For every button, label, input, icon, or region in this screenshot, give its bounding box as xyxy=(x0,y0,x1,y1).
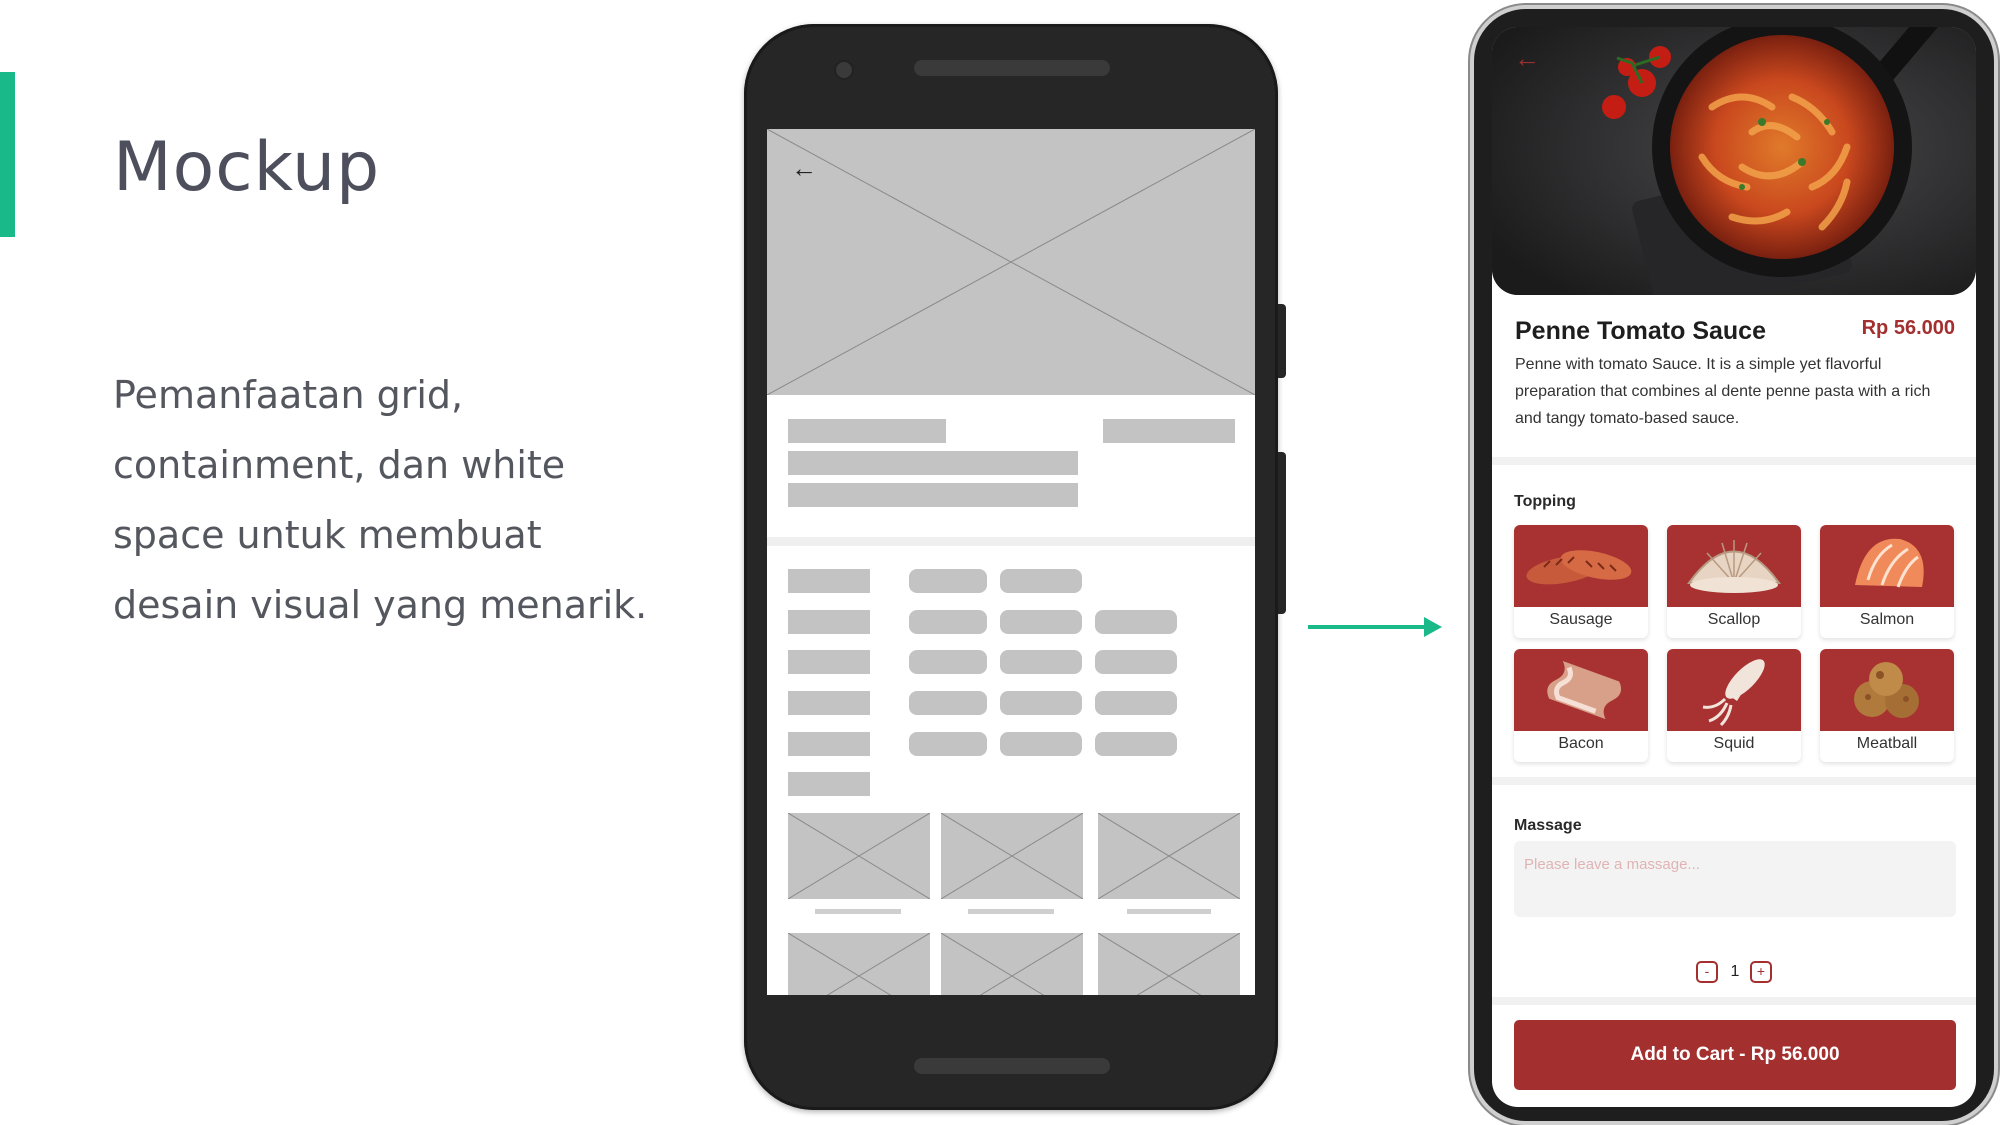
message-input[interactable] xyxy=(1514,841,1956,917)
speaker-grille xyxy=(914,1058,1110,1074)
label-placeholder xyxy=(788,610,870,634)
topping-card-sausage[interactable]: Sausage xyxy=(1514,525,1648,638)
dish-photo: ← xyxy=(1492,27,1976,295)
chip-placeholder[interactable] xyxy=(1000,610,1082,634)
chip-placeholder[interactable] xyxy=(1000,569,1082,593)
topping-card-salmon[interactable]: Salmon xyxy=(1820,525,1954,638)
topping-card-squid[interactable]: Squid xyxy=(1667,649,1801,762)
topping-label: Bacon xyxy=(1558,735,1604,752)
chip-placeholder[interactable] xyxy=(909,732,987,756)
quantity-value: 1 xyxy=(1730,963,1740,980)
speaker-grille xyxy=(914,60,1110,76)
topping-card-scallop[interactable]: Scallop xyxy=(1667,525,1801,638)
caption-placeholder xyxy=(815,909,901,914)
chip-placeholder[interactable] xyxy=(1095,650,1177,674)
dish-price: Rp 56.000 xyxy=(1861,317,1955,339)
squid-image xyxy=(1667,649,1801,731)
chip-placeholder[interactable] xyxy=(909,691,987,715)
title-placeholder xyxy=(788,419,946,443)
body-line: Pemanfaatan grid, xyxy=(113,373,464,417)
topping-card-bacon[interactable]: Bacon xyxy=(1514,649,1648,762)
chip-placeholder[interactable] xyxy=(909,569,987,593)
dish-name: Penne Tomato Sauce xyxy=(1515,317,1766,345)
bacon-image xyxy=(1514,649,1648,731)
image-placeholder xyxy=(1098,813,1240,899)
body-line: space untuk membuat xyxy=(113,513,542,557)
label-placeholder xyxy=(788,732,870,756)
chip-placeholder[interactable] xyxy=(1095,732,1177,756)
text-placeholder xyxy=(788,451,1078,475)
salmon-icon xyxy=(1855,538,1924,588)
topping-heading: Topping xyxy=(1514,493,1576,510)
image-placeholder xyxy=(788,813,930,899)
chip-placeholder[interactable] xyxy=(1095,610,1177,634)
chip-placeholder[interactable] xyxy=(909,650,987,674)
camera-icon xyxy=(834,60,854,80)
label-placeholder xyxy=(788,569,870,593)
scallop-image xyxy=(1667,525,1801,607)
text-placeholder xyxy=(788,483,1078,507)
chip-placeholder[interactable] xyxy=(1000,650,1082,674)
back-arrow-icon[interactable]: ← xyxy=(1514,45,1540,71)
wireframe-screen: ← xyxy=(767,129,1255,995)
label-placeholder xyxy=(788,650,870,674)
meatball-icon xyxy=(1854,662,1919,718)
chip-placeholder[interactable] xyxy=(909,610,987,634)
topping-card-meatball[interactable]: Meatball xyxy=(1820,649,1954,762)
image-placeholder xyxy=(941,933,1083,995)
app-screen: ← Penne Tomato Sauce Rp 56.000 Penne wit… xyxy=(1492,27,1976,1107)
placeholder-cross-icon xyxy=(767,129,1255,395)
sausage-icon xyxy=(1526,550,1632,585)
dish-description: Penne with tomato Sauce. It is a simple … xyxy=(1515,356,1931,427)
squid-icon xyxy=(1702,659,1765,727)
topping-label: Scallop xyxy=(1707,611,1761,628)
topping-label: Salmon xyxy=(1859,611,1915,628)
slide-body: Pemanfaatan grid, containment, dan white… xyxy=(113,360,673,640)
section-divider xyxy=(1492,457,1976,465)
add-to-cart-button[interactable]: Add to Cart - Rp 56.000 xyxy=(1514,1020,1956,1090)
slide-title: Mockup xyxy=(113,128,381,207)
mockup-phone: ← Penne Tomato Sauce Rp 56.000 Penne wit… xyxy=(1470,5,1998,1125)
image-placeholder xyxy=(788,933,930,995)
chip-placeholder[interactable] xyxy=(1000,691,1082,715)
arrow-line xyxy=(1308,625,1428,629)
quantity-increase-button[interactable]: + xyxy=(1750,961,1772,983)
salmon-image xyxy=(1820,525,1954,607)
caption-placeholder xyxy=(1127,909,1211,914)
chip-placeholder[interactable] xyxy=(1095,691,1177,715)
meatball-image xyxy=(1820,649,1954,731)
hero-image-placeholder: ← xyxy=(767,129,1255,395)
topping-label: Sausage xyxy=(1549,611,1613,628)
quantity-decrease-button[interactable]: - xyxy=(1696,961,1718,983)
message-field[interactable] xyxy=(1514,841,1956,917)
bacon-icon xyxy=(1547,661,1622,720)
topping-label: Meatball xyxy=(1856,735,1918,752)
back-arrow-icon[interactable]: ← xyxy=(791,155,817,181)
chip-placeholder[interactable] xyxy=(1000,732,1082,756)
body-line: containment, dan white xyxy=(113,443,566,487)
image-placeholder xyxy=(1098,933,1240,995)
image-placeholder xyxy=(941,813,1083,899)
pasta-pan-image xyxy=(1492,27,1976,295)
wireframe-phone: ← xyxy=(744,24,1286,1110)
side-button xyxy=(1278,452,1286,614)
message-heading: Massage xyxy=(1514,817,1582,834)
price-placeholder xyxy=(1103,419,1235,443)
sausage-image xyxy=(1514,525,1648,607)
arrow-right-icon xyxy=(1424,617,1442,637)
caption-placeholder xyxy=(968,909,1054,914)
label-placeholder xyxy=(788,772,870,796)
side-button xyxy=(1278,304,1286,378)
section-divider xyxy=(1492,997,1976,1005)
section-divider xyxy=(767,537,1255,546)
topping-label: Squid xyxy=(1713,735,1755,752)
body-line: desain visual yang menarik. xyxy=(113,583,648,627)
section-divider xyxy=(1492,777,1976,785)
accent-bar xyxy=(0,72,15,237)
label-placeholder xyxy=(788,691,870,715)
scallop-icon xyxy=(1687,540,1781,593)
